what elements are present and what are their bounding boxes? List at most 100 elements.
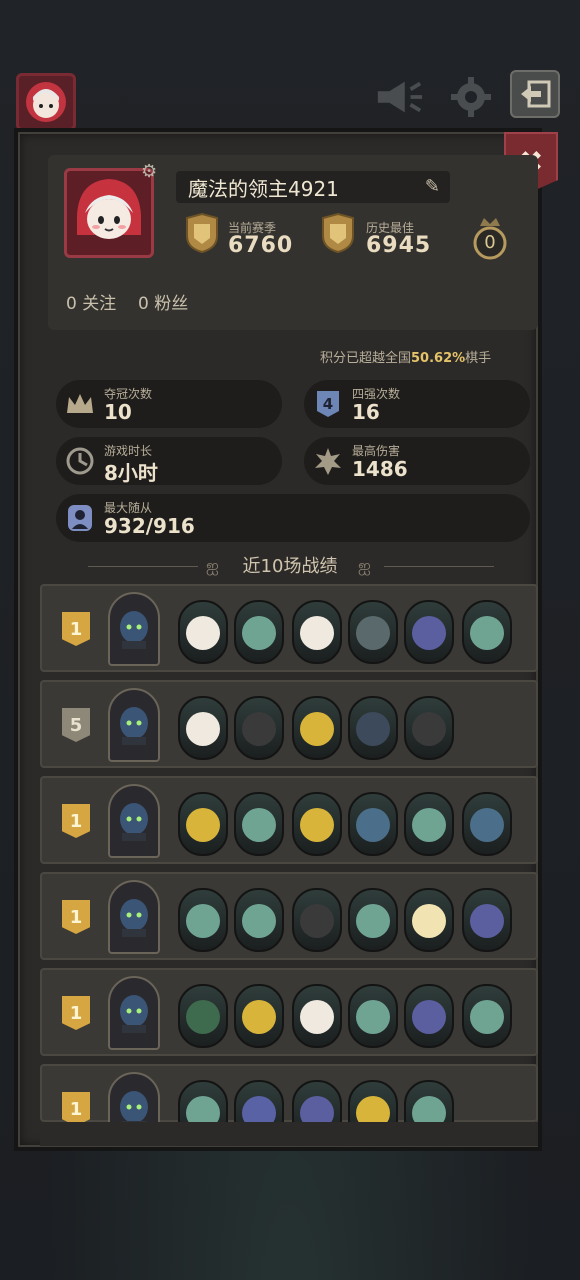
unit-portrait-icon bbox=[186, 904, 220, 938]
stat-value: 932/916 bbox=[104, 514, 195, 538]
placement-badge: 1 bbox=[62, 612, 90, 646]
unit-portrait-icon bbox=[470, 904, 504, 938]
unit-portrait-icon bbox=[412, 1000, 446, 1034]
unit-card[interactable] bbox=[292, 696, 342, 760]
unit-portrait-icon bbox=[242, 712, 276, 746]
unit-card[interactable] bbox=[234, 888, 284, 952]
unit-portrait-icon bbox=[300, 808, 334, 842]
unit-portrait-icon bbox=[356, 616, 390, 650]
settings-gear-icon[interactable] bbox=[446, 74, 496, 120]
unit-card[interactable] bbox=[178, 984, 228, 1048]
avatar-settings-gear-icon[interactable]: ⚙ bbox=[141, 161, 157, 182]
ranking-prefix: 积分已超越全国 bbox=[320, 351, 412, 366]
player-name: 魔法的领主4921 bbox=[188, 176, 339, 201]
ranking-percent-text: 积分已超越全国50.62%棋手 bbox=[320, 347, 491, 366]
exit-button[interactable] bbox=[510, 70, 560, 118]
hero-portrait[interactable] bbox=[108, 784, 160, 858]
svg-text:4: 4 bbox=[323, 395, 333, 413]
unit-card[interactable] bbox=[292, 888, 342, 952]
stat-value: 8小时 bbox=[104, 461, 158, 485]
stat-max-damage: 最高伤害 1486 bbox=[304, 437, 530, 485]
unit-card[interactable] bbox=[348, 984, 398, 1048]
unit-portrait-icon bbox=[412, 712, 446, 746]
unit-portrait-icon bbox=[470, 616, 504, 650]
avatar-icon bbox=[26, 82, 66, 122]
hero-portrait[interactable] bbox=[108, 688, 160, 762]
player-name-bar[interactable]: 魔法的领主4921 ✎ bbox=[176, 171, 450, 203]
clock-icon bbox=[64, 445, 96, 477]
unit-card[interactable] bbox=[404, 600, 454, 664]
unit-card[interactable] bbox=[234, 600, 284, 664]
placement-badge: 1 bbox=[62, 996, 90, 1030]
stat-max-minions: 最大随从 932/916 bbox=[56, 494, 530, 542]
ranking-suffix: 棋手 bbox=[465, 351, 492, 366]
unit-card[interactable] bbox=[462, 888, 512, 952]
unit-portrait-icon bbox=[412, 616, 446, 650]
top4-icon: 4 bbox=[312, 388, 344, 420]
stat-value: 10 bbox=[104, 400, 132, 424]
unit-portrait-icon bbox=[242, 904, 276, 938]
announcement-icon[interactable] bbox=[374, 74, 424, 120]
hero-portrait[interactable] bbox=[108, 592, 160, 666]
unit-card[interactable] bbox=[404, 984, 454, 1048]
match-row[interactable]: 1 bbox=[40, 1064, 538, 1146]
edit-pencil-icon[interactable]: ✎ bbox=[425, 176, 440, 197]
unit-card[interactable] bbox=[462, 792, 512, 856]
unit-card[interactable] bbox=[404, 696, 454, 760]
unit-card[interactable] bbox=[178, 888, 228, 952]
unit-card[interactable] bbox=[462, 600, 512, 664]
unit-card[interactable] bbox=[348, 792, 398, 856]
stat-value: 16 bbox=[352, 400, 380, 424]
unit-card[interactable] bbox=[234, 792, 284, 856]
crown-count-badge: 0 bbox=[472, 214, 508, 260]
fans-label: 粉丝 bbox=[154, 294, 189, 314]
unit-card[interactable] bbox=[178, 600, 228, 664]
hero-portrait[interactable] bbox=[108, 880, 160, 954]
unit-portrait-icon bbox=[300, 1000, 334, 1034]
best-score-value: 6945 bbox=[366, 233, 432, 258]
unit-portrait-icon bbox=[470, 1000, 504, 1034]
unit-card[interactable] bbox=[462, 984, 512, 1048]
unit-card[interactable] bbox=[404, 888, 454, 952]
unit-portrait-icon bbox=[356, 808, 390, 842]
placement-badge: 1 bbox=[62, 804, 90, 838]
ranking-percent: 50.62% bbox=[411, 351, 466, 366]
unit-portrait-icon bbox=[356, 1000, 390, 1034]
follow-count: 0 bbox=[66, 294, 77, 314]
unit-card[interactable] bbox=[404, 792, 454, 856]
unit-card[interactable] bbox=[292, 792, 342, 856]
unit-portrait-icon bbox=[242, 1000, 276, 1034]
top-avatar-button[interactable] bbox=[16, 73, 76, 131]
placement-badge: 1 bbox=[62, 1092, 90, 1126]
hero-portrait[interactable] bbox=[108, 976, 160, 1050]
fans-stat[interactable]: 0 粉丝 bbox=[138, 289, 188, 314]
unit-card[interactable] bbox=[292, 600, 342, 664]
fans-count: 0 bbox=[138, 294, 149, 314]
unit-portrait-icon bbox=[300, 712, 334, 746]
recent-matches-title: 近10场战绩 bbox=[242, 556, 338, 577]
unit-portrait-icon bbox=[412, 808, 446, 842]
unit-portrait-icon bbox=[356, 712, 390, 746]
match-row[interactable]: 1 bbox=[40, 584, 538, 672]
unit-card[interactable] bbox=[178, 792, 228, 856]
unit-card[interactable] bbox=[348, 600, 398, 664]
unit-portrait-icon bbox=[412, 904, 446, 938]
match-row[interactable]: 1 bbox=[40, 872, 538, 960]
stat-playtime: 游戏时长 8小时 bbox=[56, 437, 282, 485]
follow-label: 关注 bbox=[82, 294, 117, 314]
top-bar bbox=[0, 0, 580, 131]
unit-card[interactable] bbox=[178, 696, 228, 760]
follow-stat[interactable]: 0 关注 bbox=[66, 289, 116, 314]
unit-card[interactable] bbox=[292, 984, 342, 1048]
match-row[interactable]: 5 bbox=[40, 680, 538, 768]
unit-card[interactable] bbox=[348, 888, 398, 952]
unit-portrait-icon bbox=[470, 808, 504, 842]
current-season-score: 6760 bbox=[228, 233, 294, 258]
match-row[interactable]: 1 bbox=[40, 968, 538, 1056]
unit-card[interactable] bbox=[234, 696, 284, 760]
exit-arrow-icon bbox=[521, 80, 551, 108]
match-row[interactable]: 1 bbox=[40, 776, 538, 864]
placement-badge: 1 bbox=[62, 900, 90, 934]
unit-card[interactable] bbox=[348, 696, 398, 760]
unit-card[interactable] bbox=[234, 984, 284, 1048]
